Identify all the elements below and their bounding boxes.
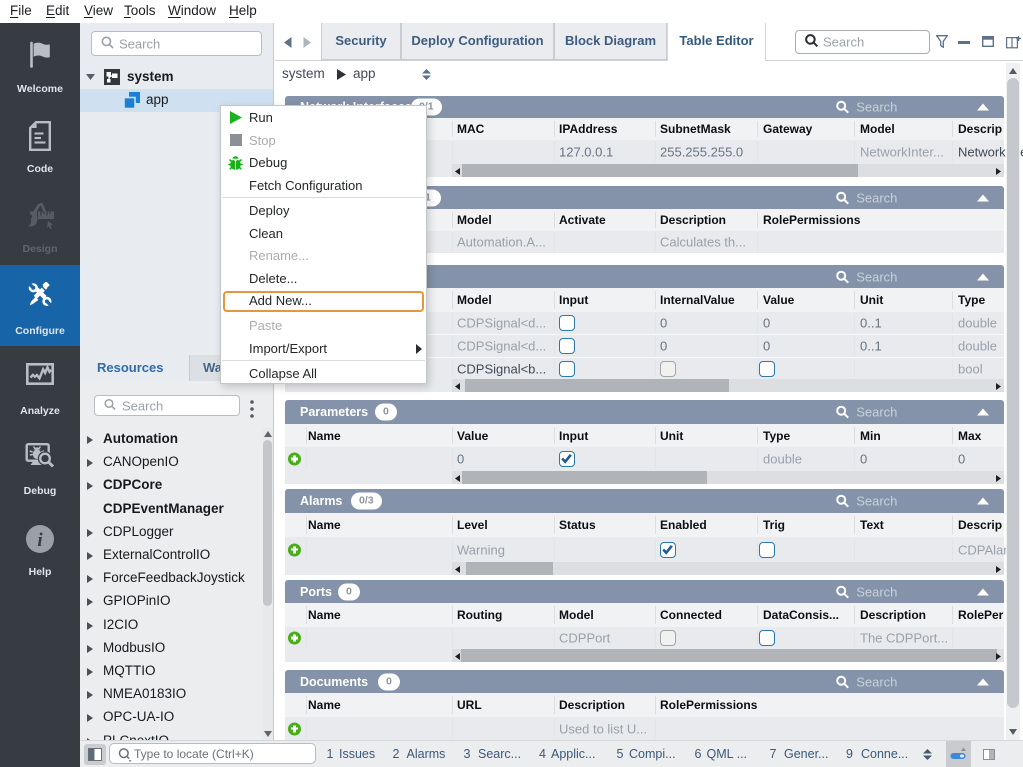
svg-text:i: i [37,530,43,551]
